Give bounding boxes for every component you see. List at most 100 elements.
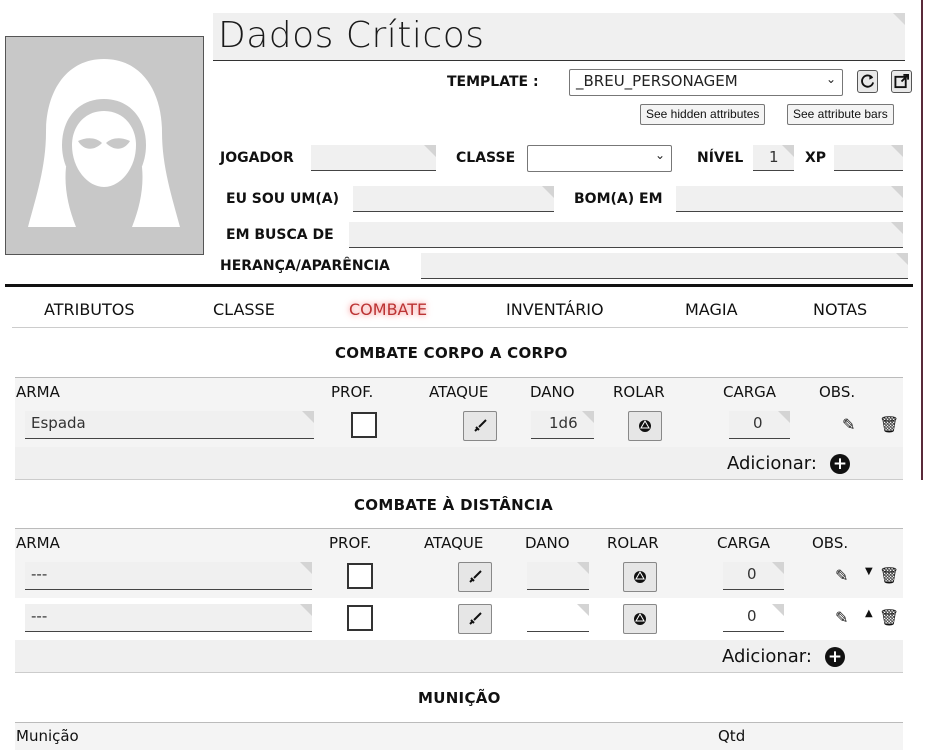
- jogador-label: JOGADOR: [220, 150, 294, 166]
- nivel-label: NÍVEL: [697, 150, 744, 166]
- melee-table-header: ARMA PROF. ATAQUE DANO ROLAR CARGA OBS.: [15, 377, 903, 405]
- tab-magia[interactable]: MAGIA: [685, 300, 738, 319]
- character-name-field[interactable]: Dados Críticos: [213, 13, 905, 61]
- attack-roll-button[interactable]: [458, 562, 492, 592]
- trash-icon[interactable]: 🗑: [879, 608, 899, 627]
- heranca-field[interactable]: [421, 253, 908, 279]
- template-label: TEMPLATE :: [447, 74, 539, 90]
- roll-button[interactable]: [628, 411, 662, 441]
- col-municao: Munição: [16, 727, 79, 745]
- sword-icon: [474, 419, 487, 432]
- weapon-name: ---: [31, 607, 48, 625]
- see-hidden-attributes-button[interactable]: See hidden attributes: [640, 104, 766, 125]
- weapon-name-field[interactable]: Espada: [25, 411, 314, 439]
- tab-combate[interactable]: COMBATE: [349, 300, 427, 319]
- weight-field[interactable]: 0: [723, 604, 784, 632]
- hooded-figure-icon: [28, 59, 180, 227]
- em-busca-field[interactable]: [349, 222, 903, 248]
- popout-icon: [894, 74, 909, 89]
- jogador-field[interactable]: [311, 145, 436, 171]
- ammo-table-header: Munição Qtd: [15, 722, 903, 750]
- header-divider: [5, 284, 913, 287]
- bom-em-label: BOM(A) EM: [574, 191, 663, 207]
- popout-button[interactable]: [891, 70, 912, 93]
- tab-notas[interactable]: NOTAS: [813, 300, 867, 319]
- trash-icon[interactable]: 🗑: [879, 566, 899, 585]
- template-select[interactable]: _BREU_PERSONAGEM ⌄: [569, 69, 843, 96]
- ranged-row: --- 0 ✎ ▲ 🗑: [15, 598, 903, 640]
- classe-select[interactable]: ⌄: [527, 145, 672, 172]
- character-portrait[interactable]: [5, 36, 204, 255]
- damage-value: 1d6: [549, 414, 578, 432]
- weapon-name-field[interactable]: ---: [25, 562, 312, 590]
- proficiency-checkbox[interactable]: [347, 563, 373, 589]
- melee-add-label: Adicionar:: [727, 453, 817, 474]
- ranged-add-label: Adicionar:: [722, 646, 812, 667]
- tab-classe[interactable]: CLASSE: [213, 300, 275, 319]
- move-down-icon[interactable]: ▼: [865, 566, 873, 577]
- move-up-icon[interactable]: ▲: [865, 608, 873, 619]
- template-selected: _BREU_PERSONAGEM: [576, 72, 738, 90]
- xp-label: XP: [805, 150, 827, 166]
- field-corner: [772, 604, 784, 616]
- edit-icon[interactable]: ✎: [835, 608, 848, 627]
- weight-field[interactable]: 0: [729, 411, 790, 439]
- field-corner: [778, 411, 790, 423]
- plus-circle-icon[interactable]: +: [830, 454, 850, 474]
- col-ataque: ATAQUE: [429, 383, 489, 401]
- em-busca-label: EM BUSCA DE: [226, 227, 334, 243]
- col-arma: ARMA: [16, 383, 60, 401]
- field-corner: [577, 604, 589, 616]
- d20-icon: [639, 419, 651, 432]
- sword-icon: [469, 570, 482, 583]
- refresh-button[interactable]: [857, 70, 878, 93]
- attack-roll-button[interactable]: [463, 411, 497, 441]
- field-corner: [300, 562, 312, 574]
- eu-sou-field[interactable]: [353, 186, 554, 212]
- damage-field[interactable]: 1d6: [531, 411, 594, 439]
- see-attribute-bars-button[interactable]: See attribute bars: [787, 104, 894, 125]
- weight-field[interactable]: 0: [723, 562, 784, 590]
- col-rolar: ROLAR: [607, 534, 659, 552]
- edit-icon[interactable]: ✎: [835, 566, 848, 585]
- edit-icon[interactable]: ✎: [842, 415, 855, 434]
- roll-button[interactable]: [623, 604, 657, 634]
- field-corner: [891, 186, 903, 198]
- proficiency-checkbox[interactable]: [351, 412, 377, 438]
- proficiency-checkbox[interactable]: [347, 605, 373, 631]
- roll-button[interactable]: [623, 562, 657, 592]
- col-obs: OBS.: [812, 534, 849, 552]
- bom-em-field[interactable]: [676, 186, 903, 212]
- ammo-section-title: MUNIÇÃO: [418, 689, 501, 707]
- melee-row: Espada 1d6 0 ✎ 🗑: [15, 405, 903, 447]
- ranged-row: --- 0 ✎ ▼ 🗑: [15, 556, 903, 598]
- plus-circle-icon[interactable]: +: [825, 647, 845, 667]
- attack-roll-button[interactable]: [458, 604, 492, 634]
- heranca-label: HERANÇA/APARÊNCIA: [220, 258, 390, 274]
- weight-value: 0: [747, 607, 757, 625]
- field-corner: [302, 411, 314, 423]
- damage-field[interactable]: [527, 604, 589, 632]
- field-corner: [424, 145, 436, 157]
- tab-inventario[interactable]: INVENTÁRIO: [506, 300, 604, 319]
- nivel-value: 1: [769, 148, 779, 166]
- nivel-field[interactable]: 1: [753, 145, 794, 171]
- field-corner: [893, 13, 905, 25]
- chevron-down-icon: ⌄: [825, 72, 836, 86]
- field-corner: [582, 411, 594, 423]
- damage-field[interactable]: [527, 562, 589, 590]
- field-corner: [896, 253, 908, 265]
- col-dano: DANO: [530, 383, 575, 401]
- right-border: [921, 0, 923, 480]
- col-ataque: ATAQUE: [424, 534, 484, 552]
- col-obs: OBS.: [819, 383, 856, 401]
- tab-atributos[interactable]: ATRIBUTOS: [44, 300, 135, 319]
- chevron-down-icon: ⌄: [654, 148, 665, 162]
- d20-icon: [634, 570, 646, 583]
- weapon-name-field[interactable]: ---: [25, 604, 312, 632]
- col-prof: PROF.: [331, 383, 374, 401]
- xp-field[interactable]: [834, 145, 903, 171]
- trash-icon[interactable]: 🗑: [879, 415, 899, 434]
- col-rolar: ROLAR: [613, 383, 665, 401]
- col-prof: PROF.: [329, 534, 372, 552]
